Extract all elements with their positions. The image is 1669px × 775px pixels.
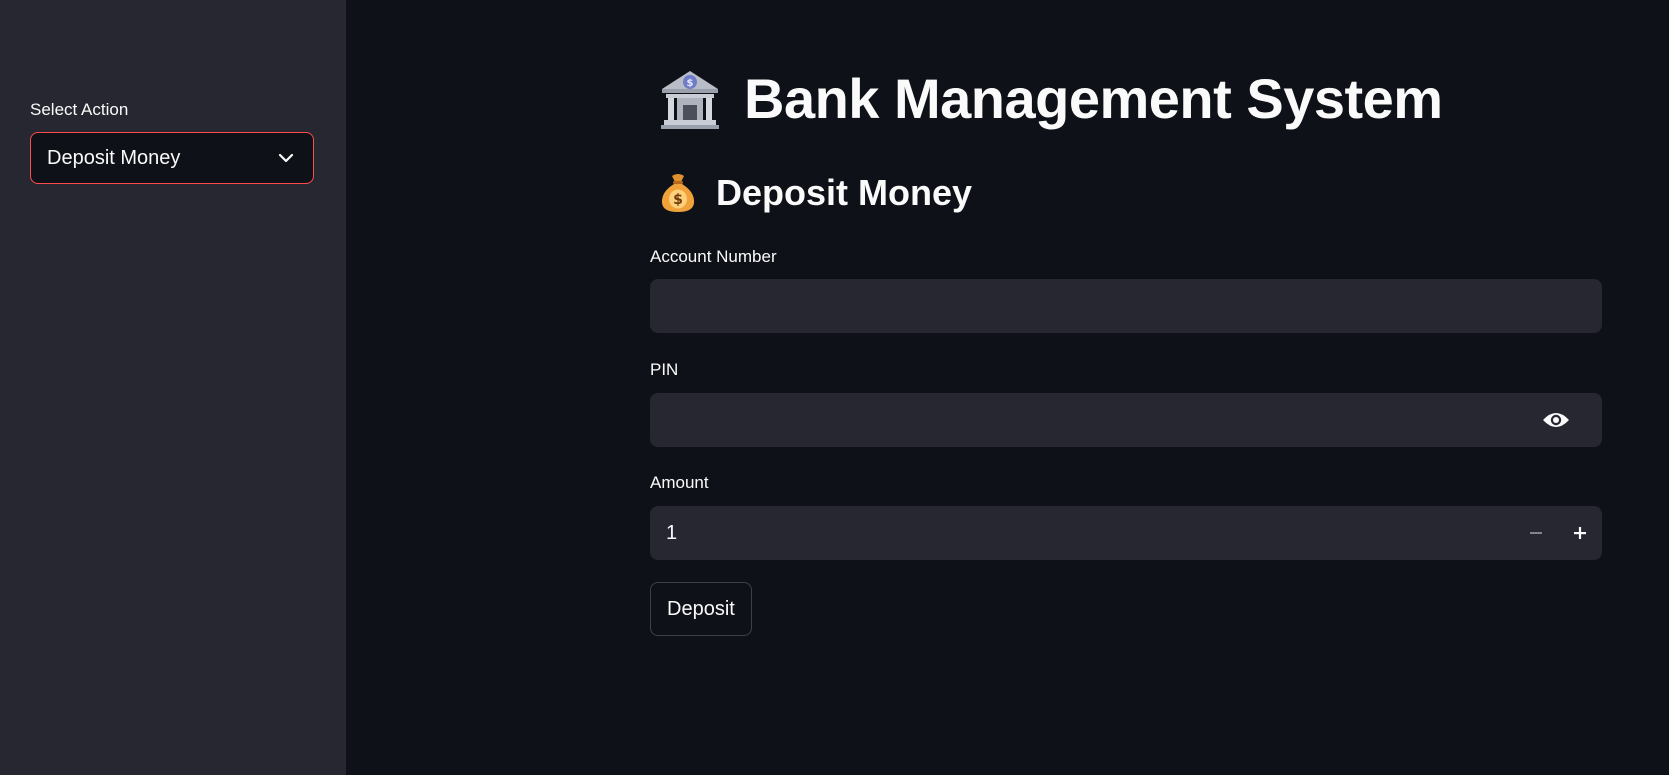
- action-select[interactable]: Deposit Money: [30, 132, 314, 184]
- show-password-eye-icon[interactable]: [1536, 400, 1576, 440]
- account-number-field: [650, 279, 1602, 333]
- amount-input[interactable]: [650, 506, 1514, 560]
- select-action-label: Select Action: [30, 100, 129, 119]
- bank-building-icon: $: [658, 67, 722, 131]
- chevron-down-icon: [277, 149, 295, 167]
- deposit-button[interactable]: Deposit: [650, 582, 752, 636]
- svg-text:$: $: [687, 78, 694, 89]
- pin-label: PIN: [650, 360, 679, 379]
- money-bag-icon: $: [658, 172, 698, 214]
- action-select-value: Deposit Money: [47, 146, 181, 169]
- page-title: $ Bank Management System: [658, 66, 1443, 131]
- section-title-text: Deposit Money: [716, 172, 973, 213]
- sidebar: Select Action Deposit Money: [0, 0, 346, 775]
- svg-text:$: $: [673, 192, 683, 208]
- increment-plus-icon[interactable]: [1558, 506, 1602, 560]
- decrement-minus-icon[interactable]: [1514, 506, 1558, 560]
- amount-label: Amount: [650, 473, 709, 492]
- app-root: Select Action Deposit Money $ Bank Manag…: [0, 0, 1669, 775]
- section-title: $ Deposit Money: [658, 172, 972, 214]
- amount-field: [650, 506, 1602, 560]
- pin-field: [650, 393, 1602, 447]
- page-title-text: Bank Management System: [744, 67, 1443, 130]
- account-number-input[interactable]: [650, 279, 1602, 333]
- account-number-label: Account Number: [650, 247, 777, 266]
- pin-input[interactable]: [650, 393, 1536, 447]
